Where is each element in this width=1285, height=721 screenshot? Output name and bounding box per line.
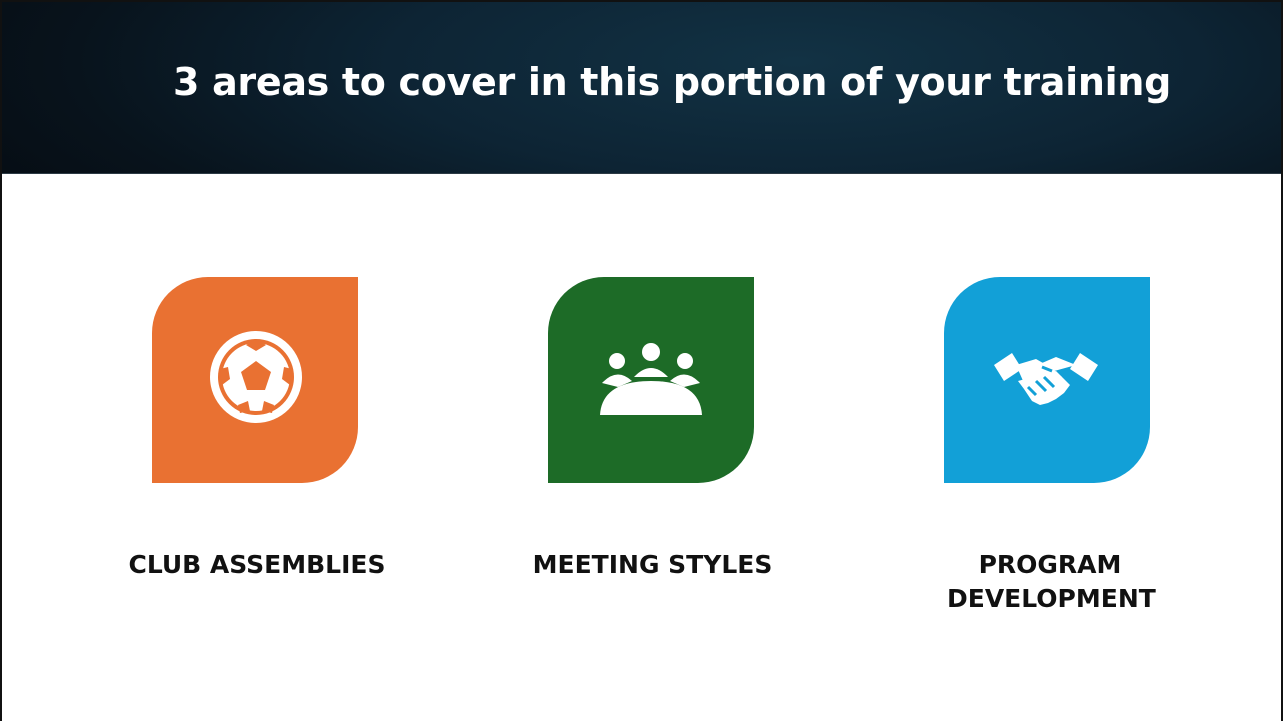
program-development-label-line-2: DEVELOPMENT <box>947 584 1156 613</box>
program-development-tile <box>944 277 1150 483</box>
slide: 3 areas to cover in this portion of your… <box>0 0 1283 721</box>
club-assemblies-tile <box>152 277 358 483</box>
soccer-ball-icon <box>210 331 302 423</box>
club-assemblies-label: CLUB ASSEMBLIES <box>128 550 386 579</box>
meeting-styles-tile <box>548 277 754 483</box>
meeting-group-icon <box>600 343 702 415</box>
meeting-styles-label: MEETING STYLES <box>532 550 773 579</box>
title-banner: 3 areas to cover in this portion of your… <box>2 2 1281 174</box>
slide-title: 3 areas to cover in this portion of your… <box>173 60 1171 104</box>
handshake-icon <box>994 353 1098 405</box>
program-development-label-line-1: PROGRAM <box>978 550 1122 579</box>
program-development-label: PROGRAM DEVELOPMENT <box>947 548 1156 616</box>
